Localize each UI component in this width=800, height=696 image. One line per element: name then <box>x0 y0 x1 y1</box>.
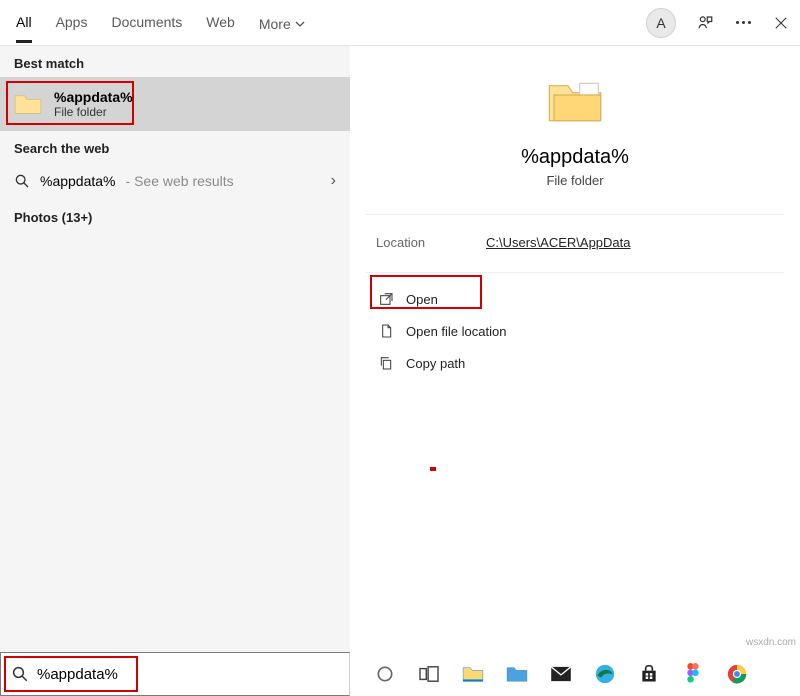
open-location-action[interactable]: Open file location <box>366 315 518 347</box>
photos-label: Photos (13+) <box>0 200 350 235</box>
location-value[interactable]: C:\Users\ACER\AppData <box>486 235 631 250</box>
details-panel: %appdata% File folder Location C:\Users\… <box>350 46 800 652</box>
detail-title: %appdata% <box>521 146 629 169</box>
location-row: Location C:\Users\ACER\AppData <box>366 225 784 266</box>
web-result-text: %appdata% <box>40 173 116 189</box>
best-match-subtitle: File folder <box>54 105 133 119</box>
tab-more[interactable]: More <box>259 2 305 43</box>
watermark: wsxdn.com <box>746 637 796 648</box>
header: All Apps Documents Web More A <box>0 0 800 46</box>
mail-icon[interactable] <box>550 663 572 685</box>
results-panel: Best match %appdata% File folder Search … <box>0 46 350 652</box>
more-options-icon[interactable] <box>734 14 752 32</box>
copy-path-label: Copy path <box>406 356 465 371</box>
search-icon <box>11 665 29 683</box>
open-icon <box>378 291 394 307</box>
chrome-icon[interactable] <box>726 663 748 685</box>
detail-header: %appdata% File folder <box>366 60 784 208</box>
tab-more-label: More <box>259 16 291 32</box>
tabs: All Apps Documents Web More <box>16 2 305 43</box>
best-match-title: %appdata% <box>54 89 133 105</box>
best-match-text: %appdata% File folder <box>54 89 133 119</box>
cortana-icon[interactable] <box>374 663 396 685</box>
close-icon[interactable] <box>772 14 790 32</box>
explorer-icon[interactable] <box>462 663 484 685</box>
annotation-dot <box>430 467 436 471</box>
app-folder-icon[interactable] <box>506 663 528 685</box>
taskview-icon[interactable] <box>418 663 440 685</box>
search-box[interactable] <box>0 652 350 696</box>
copy-path-action[interactable]: Copy path <box>366 347 477 379</box>
chevron-down-icon <box>295 19 305 29</box>
taskbar-icons <box>350 663 748 685</box>
open-action[interactable]: Open <box>366 283 450 315</box>
folder-icon <box>547 78 603 126</box>
open-location-label: Open file location <box>406 324 506 339</box>
copy-icon <box>378 355 394 371</box>
chevron-right-icon: › <box>331 172 336 190</box>
avatar[interactable]: A <box>646 8 676 38</box>
tab-all[interactable]: All <box>16 2 32 43</box>
best-match-label: Best match <box>0 46 350 77</box>
separator <box>366 272 784 273</box>
separator <box>366 214 784 215</box>
open-label: Open <box>406 292 438 307</box>
edge-icon[interactable] <box>594 663 616 685</box>
search-input[interactable] <box>37 666 297 683</box>
search-web-label: Search the web <box>0 131 350 162</box>
detail-subtitle: File folder <box>546 173 603 188</box>
store-icon[interactable] <box>638 663 660 685</box>
file-location-icon <box>378 323 394 339</box>
feedback-icon[interactable] <box>696 14 714 32</box>
figma-icon[interactable] <box>682 663 704 685</box>
web-result-hint: - See web results <box>126 173 234 189</box>
tab-documents[interactable]: Documents <box>111 2 182 43</box>
taskbar <box>0 652 800 696</box>
tab-apps[interactable]: Apps <box>56 2 88 43</box>
best-match-item[interactable]: %appdata% File folder <box>0 77 350 131</box>
actions-list: Open Open file location Copy path <box>366 283 784 379</box>
location-label: Location <box>376 235 446 250</box>
main: Best match %appdata% File folder Search … <box>0 46 800 652</box>
folder-icon <box>14 92 42 116</box>
tab-web[interactable]: Web <box>206 2 235 43</box>
header-actions: A <box>646 8 790 38</box>
web-result-item[interactable]: %appdata% - See web results › <box>0 162 350 200</box>
search-icon <box>14 173 30 189</box>
